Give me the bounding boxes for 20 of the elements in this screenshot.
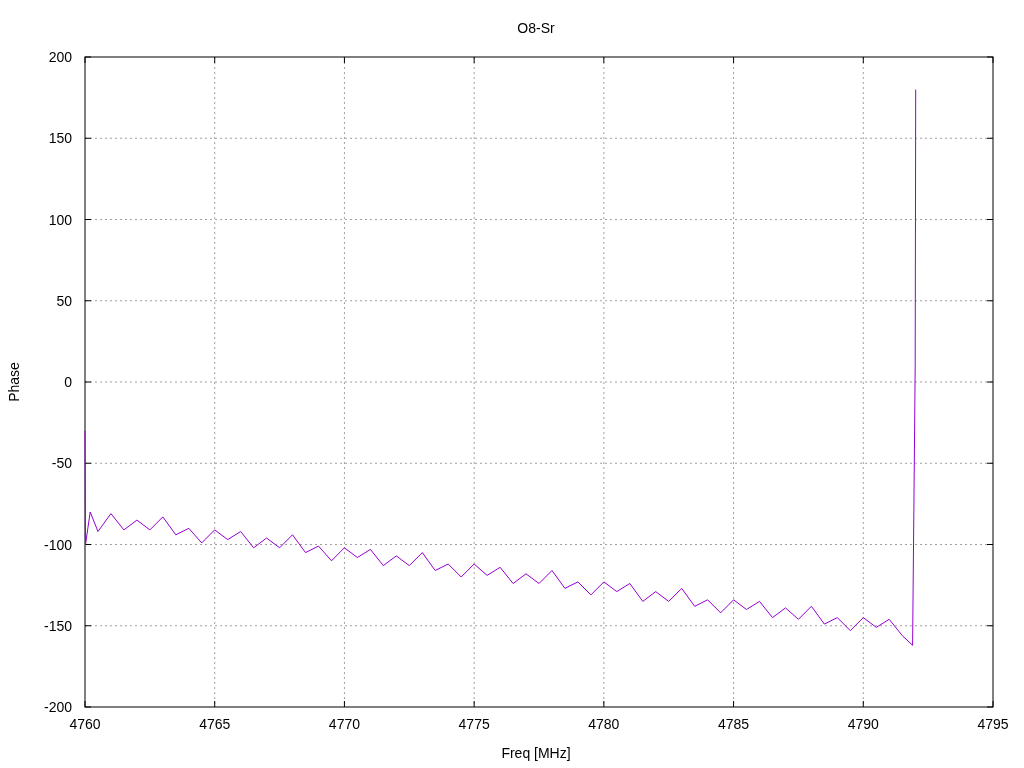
- y-tick-label: -50: [51, 455, 72, 472]
- y-tick-label: 0: [64, 374, 72, 390]
- x-axis-label: Freq [MHz]: [501, 745, 571, 761]
- x-tick-label: 4795: [977, 716, 1009, 732]
- y-tick-label: -150: [43, 617, 72, 634]
- x-tick-label: 4770: [328, 716, 360, 732]
- x-tick-label: 4780: [588, 716, 620, 732]
- x-tick-label: 4760: [69, 716, 101, 732]
- x-tick-label: 4785: [718, 716, 750, 732]
- y-tick-label: 150: [48, 130, 72, 147]
- y-tick-label: -200: [43, 699, 72, 715]
- x-tick-label: 4790: [847, 716, 879, 732]
- y-axis-label: Phase: [6, 362, 22, 402]
- chart-title: O8-Sr: [517, 20, 555, 36]
- y-tick-label: 50: [56, 292, 72, 309]
- y-tick-label: 100: [48, 211, 72, 228]
- y-tick-label: -100: [43, 536, 72, 553]
- x-tick-label: 4775: [458, 716, 490, 732]
- y-tick-label: 200: [48, 49, 72, 65]
- x-tick-label: 4765: [199, 716, 231, 732]
